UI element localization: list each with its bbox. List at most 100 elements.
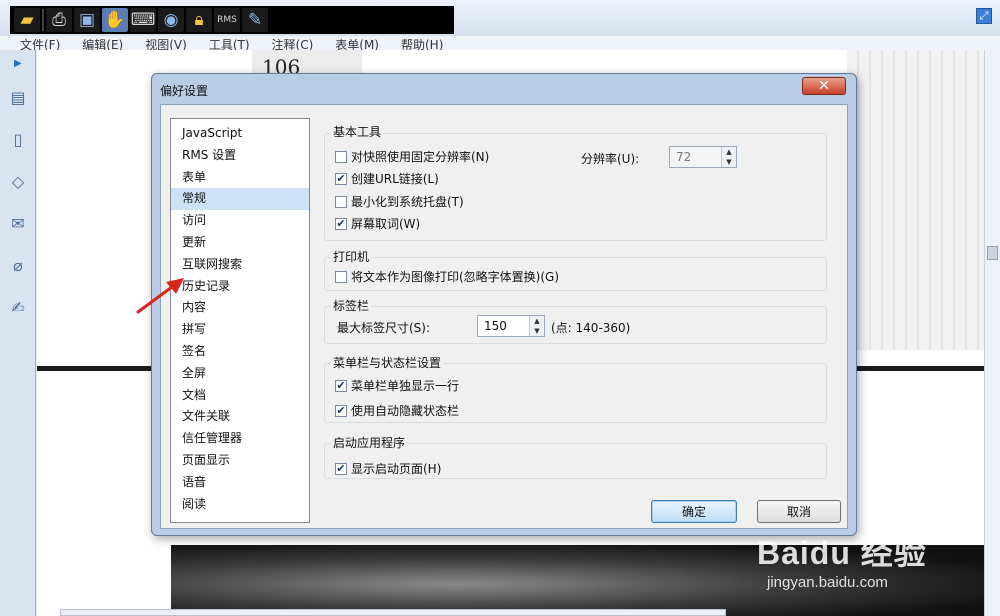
- fixed-resolution-checkbox[interactable]: [335, 150, 347, 163]
- max-tab-size-hint: (点: 140-360): [551, 321, 631, 335]
- signature-icon[interactable]: ✍: [8, 296, 28, 318]
- comments-icon[interactable]: ✉: [8, 212, 28, 234]
- typewriter-icon[interactable]: ⌨: [130, 8, 156, 32]
- category-list[interactable]: JavaScript RMS 设置 表单 常规 访问 更新 互联网搜索 历史记录 内容 拼写 签名全…: [170, 118, 310, 523]
- create-url-links-checkbox[interactable]: ✔: [335, 172, 347, 185]
- category-item[interactable]: 文件关联: [171, 406, 309, 428]
- category-item[interactable]: 访问: [171, 210, 309, 232]
- category-item[interactable]: 拼写: [171, 319, 309, 341]
- category-item[interactable]: 内容: [171, 297, 309, 319]
- menu-comment[interactable]: 注释(C): [272, 36, 314, 50]
- menu-status-bar-title: 菜单栏与状态栏设置: [331, 356, 444, 370]
- screen-icon[interactable]: ▣: [74, 8, 100, 32]
- category-item[interactable]: 文档: [171, 385, 309, 407]
- menu-help[interactable]: 帮助(H): [401, 36, 443, 50]
- pages-icon[interactable]: ▯: [8, 128, 28, 150]
- dialog-title: 偏好设置: [160, 84, 209, 98]
- ok-button[interactable]: 确定: [651, 500, 737, 523]
- expand-panel-icon[interactable]: ▶: [14, 58, 22, 69]
- create-url-links-option[interactable]: ✔ 创建URL链接(L): [335, 170, 439, 187]
- menu-form[interactable]: 表单(M): [335, 36, 379, 50]
- category-item[interactable]: 常规: [171, 188, 309, 211]
- layers-icon[interactable]: ◇: [8, 170, 28, 192]
- max-tab-size-value: 150: [484, 319, 507, 333]
- expand-icon[interactable]: ⤢: [976, 8, 992, 24]
- document-graphic: [847, 50, 984, 350]
- show-start-page-option[interactable]: ✔ 显示启动页面(H): [335, 460, 441, 477]
- category-item[interactable]: 签名: [171, 341, 309, 363]
- open-folder-icon[interactable]: ▰: [14, 8, 40, 32]
- dialog-body: JavaScript RMS 设置 表单 常规 访问 更新 互联网搜索 历史记录 内容 拼写 签名全…: [160, 104, 848, 529]
- fixed-resolution-option[interactable]: 对快照使用固定分辨率(N): [335, 148, 489, 165]
- tab-bar-title: 标签栏: [331, 299, 372, 313]
- menu-edit[interactable]: 编辑(E): [82, 36, 123, 50]
- main-toolbar: ▰ ⎙ ▣ ✋ ⌨ ◉ 🔒︎ RMS ✎ ⤢: [0, 0, 1000, 36]
- minimize-to-tray-checkbox[interactable]: [335, 195, 347, 208]
- preferences-dialog: 偏好设置 ✕ JavaScript RMS 设置 表单 常规 访问 更新 互联网搜索 历史记录…: [151, 73, 857, 536]
- navigation-panel: ▶ ▤ ▯ ◇ ✉ ⌀ ✍: [0, 50, 36, 616]
- toolbar-separator: [42, 9, 44, 31]
- menu-single-line-checkbox[interactable]: ✔: [335, 379, 347, 392]
- chevron-up-icon[interactable]: ▲: [722, 147, 736, 157]
- category-item[interactable]: 历史记录: [171, 276, 309, 298]
- toolbar-icon-strip: ▰ ⎙ ▣ ✋ ⌨ ◉ 🔒︎ RMS ✎: [10, 6, 454, 34]
- resolution-value: 72: [676, 150, 692, 164]
- category-item[interactable]: RMS 设置: [171, 145, 309, 167]
- stepper-arrows[interactable]: ▲ ▼: [721, 147, 736, 167]
- auto-hide-status-bar-checkbox[interactable]: ✔: [335, 404, 347, 417]
- menu-single-line-option[interactable]: ✔ 菜单栏单独显示一行: [335, 377, 459, 394]
- chevron-down-icon[interactable]: ▼: [722, 157, 736, 167]
- show-start-page-checkbox[interactable]: ✔: [335, 462, 347, 475]
- category-item[interactable]: 全屏: [171, 363, 309, 385]
- auto-hide-status-bar-label: 使用自动隐藏状态栏: [351, 404, 460, 418]
- lock-icon[interactable]: 🔒︎: [186, 8, 212, 32]
- watermark-logo: Baidu 经验: [757, 535, 927, 571]
- print-text-as-image-label: 将文本作为图像打印(忽略字体置换)(G): [351, 270, 560, 284]
- camera-icon[interactable]: ◉: [158, 8, 184, 32]
- minimize-to-tray-option[interactable]: 最小化到系统托盘(T): [335, 193, 464, 210]
- vertical-scrollbar[interactable]: [984, 50, 1000, 616]
- print-text-as-image-checkbox[interactable]: [335, 270, 347, 283]
- basic-tools-title: 基本工具: [331, 125, 384, 139]
- max-tab-size-stepper[interactable]: 150 ▲ ▼: [477, 315, 545, 337]
- category-item[interactable]: 阅读: [171, 494, 309, 516]
- minimize-to-tray-label: 最小化到系统托盘(T): [351, 195, 464, 209]
- screen-word-capture-checkbox[interactable]: ✔: [335, 217, 347, 230]
- horizontal-scrollbar[interactable]: [60, 609, 726, 616]
- category-item[interactable]: 信任管理器: [171, 428, 309, 450]
- attachments-icon[interactable]: ⌀: [8, 254, 28, 276]
- auto-hide-status-bar-option[interactable]: ✔ 使用自动隐藏状态栏: [335, 402, 459, 419]
- category-item[interactable]: 更新: [171, 232, 309, 254]
- annotation-arrow: [136, 278, 184, 314]
- resolution-stepper[interactable]: 72 ▲ ▼: [669, 146, 737, 168]
- hand-tool-icon[interactable]: ✋: [102, 8, 128, 32]
- menu-bar: 文件(F) 编辑(E) 视图(V) 工具(T) 注释(C) 表单(M) 帮助(H…: [0, 36, 1000, 50]
- print-icon[interactable]: ⎙: [46, 8, 72, 32]
- category-item[interactable]: 表单: [171, 167, 309, 189]
- bookmarks-icon[interactable]: ▤: [8, 86, 28, 108]
- screen-word-capture-label: 屏幕取词(W): [351, 217, 421, 231]
- category-item[interactable]: 页面显示: [171, 450, 309, 472]
- menu-tools[interactable]: 工具(T): [209, 36, 250, 50]
- rms-icon[interactable]: RMS: [214, 8, 240, 32]
- create-url-links-label: 创建URL链接(L): [351, 172, 439, 186]
- category-item[interactable]: 语音: [171, 472, 309, 494]
- show-start-page-label: 显示启动页面(H): [351, 462, 442, 476]
- scrollbar-thumb[interactable]: [987, 246, 998, 260]
- menu-file[interactable]: 文件(F): [20, 36, 60, 50]
- pen-icon[interactable]: ✎: [242, 8, 268, 32]
- category-item[interactable]: JavaScript: [171, 123, 309, 145]
- max-tab-size-label: 最大标签尺寸(S):: [337, 321, 431, 335]
- chevron-down-icon[interactable]: ▼: [530, 326, 544, 336]
- cancel-button[interactable]: 取消: [757, 500, 841, 523]
- print-text-as-image-option[interactable]: 将文本作为图像打印(忽略字体置换)(G): [335, 268, 559, 285]
- chevron-up-icon[interactable]: ▲: [530, 316, 544, 326]
- stepper-arrows[interactable]: ▲ ▼: [529, 316, 544, 336]
- printer-title: 打印机: [331, 250, 372, 264]
- menu-view[interactable]: 视图(V): [145, 36, 187, 50]
- screen-word-capture-option[interactable]: ✔ 屏幕取词(W): [335, 215, 420, 232]
- close-icon[interactable]: ✕: [802, 77, 846, 95]
- watermark-url: jingyan.baidu.com: [767, 574, 888, 591]
- category-item[interactable]: 互联网搜索: [171, 254, 309, 276]
- resolution-label: 分辨率(U):: [581, 152, 640, 166]
